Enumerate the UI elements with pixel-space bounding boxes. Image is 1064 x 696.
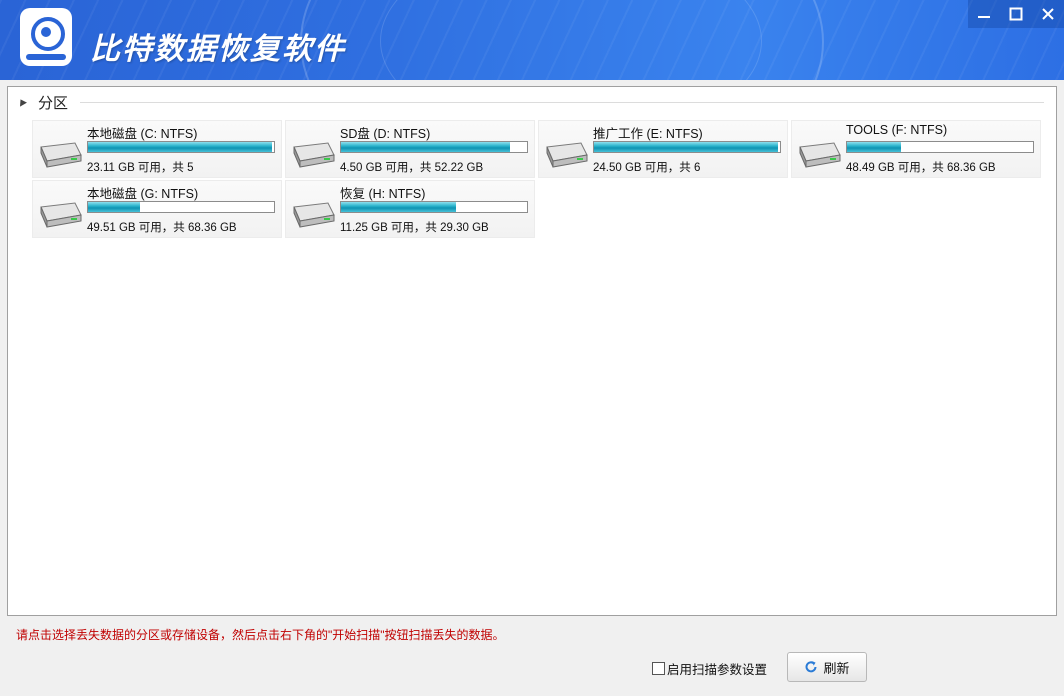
- hard-drive-icon: [40, 142, 82, 168]
- partition-section-header[interactable]: 分区: [17, 93, 69, 112]
- drive-name: SD盘 (D: NTFS): [340, 127, 431, 141]
- app-title: 比特数据恢复软件: [90, 33, 346, 66]
- drive-usage-bar: [846, 141, 1034, 153]
- drive-usage-bar: [87, 141, 275, 153]
- hard-drive-icon: [293, 202, 335, 228]
- drive-usage-fill: [88, 202, 141, 212]
- partition-panel: 分区 本地磁盘 (C: NTFS) 23.11 GB 可用，共 5 SD盘 (D: …: [7, 86, 1057, 616]
- section-label: 分区: [38, 94, 69, 112]
- drive-item[interactable]: 本地磁盘 (C: NTFS) 23.11 GB 可用，共 5: [32, 120, 282, 178]
- minimize-icon: [978, 16, 990, 18]
- refresh-label: 刷新: [823, 660, 850, 676]
- collapse-triangle-icon[interactable]: [17, 97, 27, 107]
- window-controls: [968, 0, 1064, 28]
- scan-settings-checkbox[interactable]: [652, 661, 665, 675]
- drive-usage-bar: [340, 141, 528, 153]
- scan-settings-option[interactable]: 启用扫描参数设置: [652, 659, 767, 678]
- app-logo-icon: [20, 8, 72, 66]
- close-button[interactable]: [1032, 0, 1064, 28]
- drive-name: 推广工作 (E: NTFS): [593, 127, 703, 141]
- drive-size: 49.51 GB 可用，共 68.36 GB: [87, 222, 237, 234]
- scan-settings-label[interactable]: 启用扫描参数设置: [667, 659, 767, 678]
- refresh-icon: [804, 660, 818, 674]
- drive-usage-fill: [594, 142, 779, 152]
- drive-item[interactable]: 恢复 (H: NTFS) 11.25 GB 可用，共 29.30 GB: [285, 180, 535, 238]
- hard-drive-icon: [40, 202, 82, 228]
- maximize-button[interactable]: [1000, 0, 1032, 28]
- drive-usage-bar: [87, 201, 275, 213]
- drive-usage-fill: [847, 142, 901, 152]
- drive-item[interactable]: SD盘 (D: NTFS) 4.50 GB 可用，共 52.22 GB: [285, 120, 535, 178]
- drive-name: 恢复 (H: NTFS): [340, 187, 426, 201]
- hard-drive-icon: [546, 142, 588, 168]
- drive-size: 23.11 GB 可用，共 5: [87, 162, 194, 174]
- maximize-icon: [1009, 7, 1023, 21]
- drive-item[interactable]: 本地磁盘 (G: NTFS) 49.51 GB 可用，共 68.36 GB: [32, 180, 282, 238]
- drive-usage-bar: [593, 141, 781, 153]
- drive-usage-bar: [340, 201, 528, 213]
- refresh-button[interactable]: 刷新: [787, 652, 867, 682]
- drive-usage-fill: [341, 142, 511, 152]
- drive-size: 4.50 GB 可用，共 52.22 GB: [340, 162, 484, 174]
- drive-name: TOOLS (F: NTFS): [846, 123, 948, 137]
- drive-name: 本地磁盘 (G: NTFS): [87, 187, 199, 201]
- drive-usage-fill: [88, 142, 273, 152]
- drive-name: 本地磁盘 (C: NTFS): [87, 127, 198, 141]
- drive-size: 48.49 GB 可用，共 68.36 GB: [846, 162, 996, 174]
- close-icon: [1042, 8, 1054, 20]
- drive-item[interactable]: 推广工作 (E: NTFS) 24.50 GB 可用，共 6: [538, 120, 788, 178]
- minimize-button[interactable]: [968, 0, 1000, 28]
- drive-item[interactable]: TOOLS (F: NTFS) 48.49 GB 可用，共 68.36 GB: [791, 120, 1041, 178]
- title-bar[interactable]: 比特数据恢复软件: [0, 0, 1064, 80]
- hint-text: 请点击选择丢失数据的分区或存储设备，然后点击右下角的"开始扫描"按钮扫描丢失的数…: [16, 628, 505, 642]
- drive-usage-fill: [341, 202, 457, 212]
- drive-size: 24.50 GB 可用，共 6: [593, 162, 701, 174]
- hard-drive-icon: [293, 142, 335, 168]
- section-divider: [80, 102, 1044, 103]
- hard-drive-icon: [799, 142, 841, 168]
- drive-size: 11.25 GB 可用，共 29.30 GB: [340, 222, 489, 234]
